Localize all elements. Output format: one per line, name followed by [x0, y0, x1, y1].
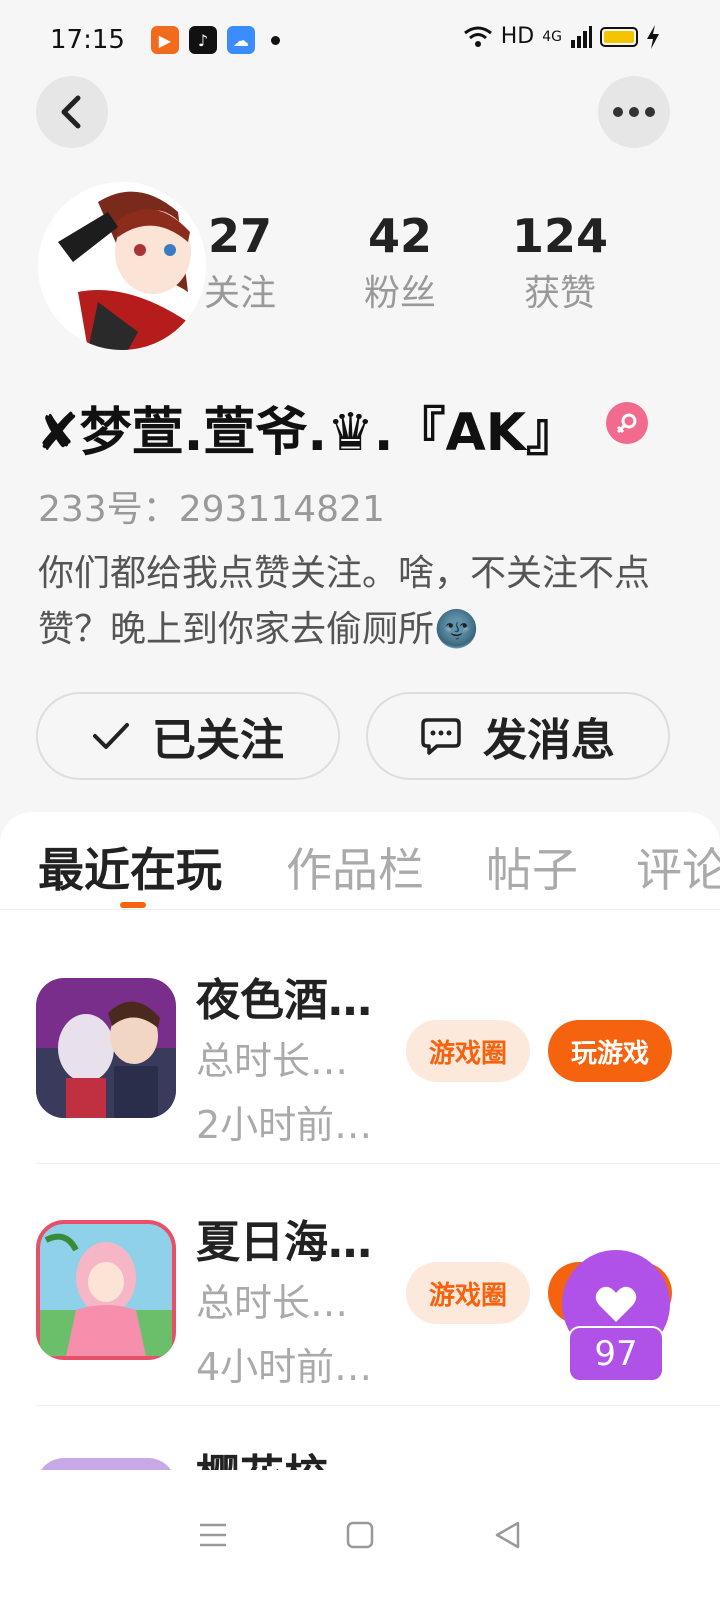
signal-icon — [571, 25, 592, 48]
charging-icon — [647, 24, 659, 49]
game-title: 夜色酒… — [196, 975, 372, 1026]
stat-fans[interactable]: 42 粉丝 — [320, 206, 480, 322]
status-time: 17:15 — [50, 25, 125, 55]
message-button[interactable]: 发消息 — [366, 692, 670, 780]
like-float-button[interactable]: 97 — [562, 1250, 670, 1382]
back-triangle-icon — [495, 1521, 519, 1549]
cloud-app-icon: ☁ — [226, 26, 255, 54]
stat-label: 关注 — [203, 273, 276, 314]
status-bar: 17:15 ▶ ♪ ☁ HD 4G — [0, 0, 720, 80]
system-nav-bar — [0, 1470, 720, 1600]
network-label: HD — [500, 24, 535, 49]
tab-recently-played[interactable]: 最近在玩 — [38, 834, 222, 900]
home-square-icon — [346, 1521, 374, 1549]
profile-stats: 27 关注 42 粉丝 124 获赞 — [160, 206, 640, 322]
game-circle-button[interactable]: 游戏圈 — [406, 1262, 530, 1324]
stat-value: 27 — [207, 209, 272, 263]
game-icon[interactable] — [36, 978, 176, 1118]
game-duration: 总时长… — [196, 1281, 349, 1325]
signal-label: 4G — [542, 28, 562, 45]
like-count: 97 — [568, 1326, 664, 1382]
stat-label: 获赞 — [523, 273, 596, 314]
battery-icon — [600, 26, 638, 47]
nav-back-button[interactable] — [477, 1505, 537, 1565]
game-duration: 总时长… — [196, 1039, 349, 1083]
follow-label: 已关注 — [152, 715, 284, 766]
notification-dot-icon — [270, 35, 280, 45]
chevron-left-icon — [61, 95, 81, 129]
nav-menu-button[interactable] — [183, 1505, 243, 1565]
tab-comments[interactable]: 评论 — [636, 834, 720, 900]
game-row[interactable]: 夜色酒… 总时长… 2小时前… 游戏圈 玩游戏 — [36, 922, 720, 1164]
play-game-button[interactable]: 玩游戏 — [548, 1020, 672, 1082]
kuaishou-icon: ▶ — [150, 26, 179, 54]
status-right: HD 4G — [463, 24, 660, 49]
back-button[interactable] — [36, 76, 108, 148]
game-circle-button[interactable]: 游戏圈 — [406, 1020, 530, 1082]
heart-icon — [595, 1286, 637, 1322]
chat-bubble-icon — [421, 718, 461, 755]
more-dots-icon — [613, 107, 655, 117]
tab-posts[interactable]: 帖子 — [486, 834, 578, 900]
game-last-played: 2小时前… — [196, 1103, 373, 1147]
bio: 你们都给我点赞关注。啥，不关注不点赞？晚上到你家去偷厕所🌚 — [38, 553, 651, 650]
nickname: ✘梦萱.萱爷.♛.『AK』 — [36, 403, 578, 463]
game-icon[interactable] — [36, 1220, 176, 1360]
nav-home-button[interactable] — [330, 1505, 390, 1565]
game-title: 夏日海… — [196, 1217, 372, 1268]
message-label: 发消息 — [483, 715, 615, 766]
tab-indicator — [120, 902, 146, 908]
tab-works[interactable]: 作品栏 — [286, 834, 424, 900]
wifi-icon — [463, 26, 492, 47]
tab-bar: 最近在玩 作品栏 帖子 评论 — [0, 812, 720, 910]
follow-button[interactable]: 已关注 — [36, 692, 340, 780]
stat-label: 粉丝 — [363, 273, 436, 314]
stat-value: 124 — [511, 209, 609, 263]
check-icon — [93, 723, 129, 749]
stat-likes[interactable]: 124 获赞 — [480, 206, 640, 322]
stat-value: 42 — [367, 209, 432, 263]
menu-icon — [200, 1523, 227, 1547]
game-last-played: 4小时前… — [196, 1345, 373, 1389]
more-button[interactable] — [598, 76, 670, 148]
stat-following[interactable]: 27 关注 — [160, 206, 320, 322]
female-gender-icon — [606, 402, 648, 444]
tiktok-icon: ♪ — [188, 26, 217, 54]
user-id: 233号：293114821 — [38, 489, 385, 530]
